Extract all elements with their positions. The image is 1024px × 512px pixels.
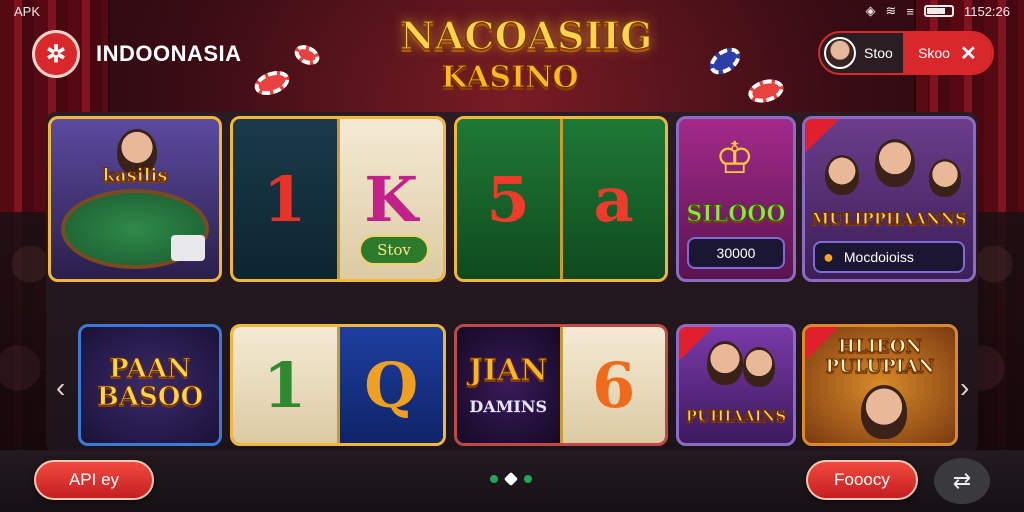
status-bar: APK ◈ ≋ ≡ 1152:26 (0, 0, 1024, 22)
logo-line2: KASINO (441, 60, 579, 96)
reel-symbol: 1 (233, 119, 340, 279)
eagle-emblem-icon: ♔ (715, 134, 755, 183)
game-tile-siloo[interactable]: ♔ SILOOO 30000 (676, 116, 796, 282)
hot-tag-icon (805, 119, 839, 153)
brand-logo-icon: ✲ (32, 30, 80, 78)
game-title: JIAN (468, 353, 548, 389)
brand[interactable]: ✲ INDOONASIA (32, 30, 242, 78)
status-time: 1152:26 (963, 3, 1010, 19)
player-portrait (861, 385, 907, 439)
game-value: 30000 (687, 237, 785, 269)
carousel-prev-icon[interactable]: ‹ (56, 372, 65, 404)
api-button[interactable]: API ey (34, 460, 154, 500)
game-title: PAAN BASOO (96, 354, 204, 412)
casino-logo: NACOASIIG KASINO (399, 12, 653, 108)
game-subtitle: DAMINS (469, 397, 548, 416)
player-portrait (707, 341, 743, 385)
game-tile-paan-basoo[interactable]: PAAN BASOO (78, 324, 222, 446)
carousel-pager (490, 471, 532, 487)
reel-symbol: a (562, 119, 665, 279)
notification-icon: ◈ (865, 3, 876, 18)
player-portrait (825, 155, 859, 195)
user-pill[interactable]: Stoo Skoo ✕ (818, 31, 994, 75)
pager-dot[interactable] (490, 475, 498, 483)
game-subtitle: Mocdoioiss (843, 249, 914, 265)
coin-icon: ● (823, 246, 834, 267)
dice-icon (171, 235, 205, 261)
game-title: PUHIAAINS (685, 407, 787, 426)
battery-icon (923, 5, 954, 17)
reel-symbol: Q (339, 327, 443, 443)
chip-decoration (291, 41, 323, 69)
game-tile-jian-damins[interactable]: JIAN DAMINS 6 (454, 324, 668, 446)
reel-symbol: 1 (233, 327, 340, 443)
player-portrait (929, 159, 961, 197)
reel-symbol: 6 (559, 327, 665, 443)
game-tile-puhiaains[interactable]: PUHIAAINS (676, 324, 796, 446)
avatar[interactable] (824, 37, 856, 69)
signal-icon: ≡ (906, 3, 914, 19)
stop-label: Skoo (918, 45, 950, 61)
stop-button[interactable]: Skoo ✕ (902, 33, 992, 73)
pager-dot-active[interactable] (503, 471, 519, 487)
chip-decoration (251, 66, 293, 100)
game-tile-kasilis[interactable]: kasilis (48, 116, 222, 282)
reel-symbol: 5 (457, 119, 563, 279)
player-portrait (875, 139, 915, 187)
player-portrait (743, 347, 775, 387)
game-tile-slot-5a[interactable]: 5 a (454, 116, 668, 282)
carousel-next-icon[interactable]: › (960, 372, 969, 404)
game-title: kasilis (102, 165, 168, 187)
game-tile-slot-1k[interactable]: 1 K Stov (230, 116, 446, 282)
bottom-bar: API ey Fooocy ⇄ (0, 450, 1024, 512)
game-tile-mulipphaanns[interactable]: MULIPPHAANNS ● Mocdoioiss (802, 116, 976, 282)
game-title: MULIPPHAANNS (811, 209, 967, 229)
wifi-icon: ≋ (885, 3, 897, 18)
game-tile-hlieon-pulupian[interactable]: HLIEON PULUPIAN (802, 324, 958, 446)
status-apk-label: APK (14, 3, 41, 19)
game-badge: Stov (359, 235, 429, 265)
shuffle-icon[interactable]: ⇄ (934, 458, 990, 504)
chip-decoration (704, 42, 746, 80)
game-tile-slot-1q[interactable]: 1 Q (230, 324, 446, 446)
pager-dot[interactable] (524, 475, 532, 483)
user-name: Stoo (864, 45, 893, 61)
chip-decoration (745, 75, 787, 107)
foocy-button[interactable]: Fooocy (806, 460, 918, 500)
game-title: HLIEON PULUPIAN (825, 336, 935, 377)
game-art: JIAN DAMINS (457, 327, 560, 443)
close-icon[interactable]: ✕ (960, 41, 977, 66)
game-subtitle-pill: ● Mocdoioiss (813, 241, 965, 273)
brand-name: INDOONASIA (96, 41, 242, 66)
game-title: SILOOO (686, 201, 786, 228)
